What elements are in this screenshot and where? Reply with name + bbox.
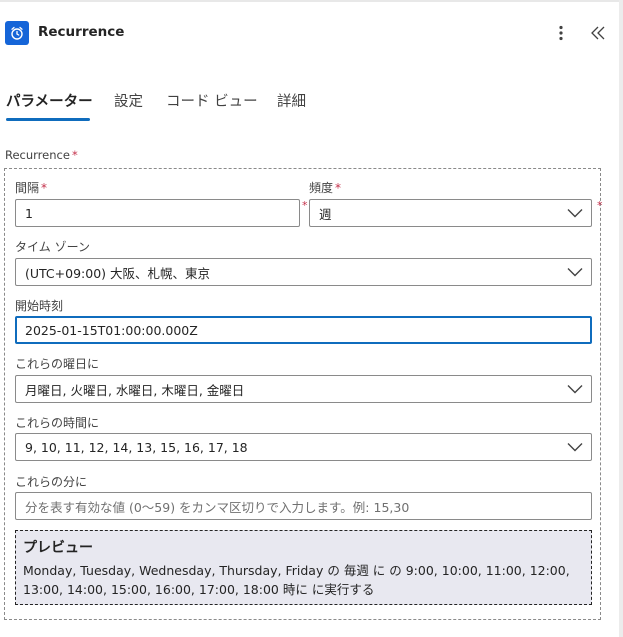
minutes-label: これらの分に [15, 475, 88, 489]
more-options-icon[interactable] [551, 23, 571, 43]
interval-label-text: 間隔 [15, 181, 40, 195]
frequency-label: 頻度 * [309, 179, 341, 196]
hours-value: 9, 10, 11, 12, 14, 13, 15, 16, 17, 18 [25, 439, 248, 455]
panel-title: Recurrence [38, 24, 125, 40]
required-mark: * [335, 181, 342, 195]
frequency-value: 週 [319, 206, 332, 222]
start-time-value: 2025-01-15T01:00:00.000Z [25, 322, 198, 338]
tab-parameters[interactable]: パラメーター [6, 90, 93, 111]
required-mark: * [41, 181, 48, 195]
panel-header: Recurrence [0, 14, 620, 50]
timezone-value: (UTC+09:00) 大阪、札幌、東京 [25, 265, 211, 281]
hours-label: これらの時間に [15, 416, 100, 430]
minutes-placeholder: 分を表す有効な値 (0〜59) をカンマ区切りで入力します。例: 15,30 [25, 499, 410, 515]
interval-input[interactable]: 1 [15, 199, 300, 227]
required-mark: * [71, 148, 78, 162]
hours-dropdown[interactable]: 9, 10, 11, 12, 14, 13, 15, 16, 17, 18 [15, 433, 592, 461]
top-border [0, 0, 623, 2]
tab-code-view[interactable]: コード ビュー [166, 90, 258, 111]
timezone-dropdown[interactable]: (UTC+09:00) 大阪、札幌、東京 [15, 258, 592, 286]
chevron-down-icon [567, 268, 583, 277]
recurrence-section-label: Recurrence * [5, 148, 78, 162]
start-time-label: 開始時刻 [15, 299, 64, 313]
preview-box: プレビュー Monday, Tuesday, Wednesday, Thursd… [15, 530, 592, 605]
weekdays-dropdown[interactable]: 月曜日, 火曜日, 水曜日, 木曜日, 金曜日 [15, 375, 592, 403]
timezone-label: タイム ゾーン [15, 240, 90, 254]
interval-value: 1 [25, 205, 33, 221]
frequency-required-mark: * [597, 199, 603, 212]
preview-text: Monday, Tuesday, Wednesday, Thursday, Fr… [23, 563, 570, 597]
start-time-input[interactable]: 2025-01-15T01:00:00.000Z [15, 316, 592, 344]
preview-title: プレビュー [23, 540, 93, 556]
collapse-panel-icon[interactable] [587, 23, 609, 43]
recurrence-label-text: Recurrence [5, 148, 70, 162]
chevron-down-icon [567, 385, 583, 394]
tab-settings[interactable]: 設定 [114, 90, 143, 111]
active-tab-indicator [6, 118, 90, 121]
frequency-dropdown[interactable]: 週 [309, 199, 592, 227]
chevron-down-icon [567, 443, 583, 452]
interval-required-mark: * [302, 199, 308, 212]
weekdays-value: 月曜日, 火曜日, 水曜日, 木曜日, 金曜日 [25, 382, 245, 398]
alarm-clock-icon [5, 21, 29, 45]
tab-details[interactable]: 詳細 [277, 90, 306, 111]
frequency-label-text: 頻度 [309, 181, 334, 195]
minutes-input[interactable]: 分を表す有効な値 (0〜59) をカンマ区切りで入力します。例: 15,30 [15, 492, 592, 520]
interval-label: 間隔 * [15, 179, 47, 196]
weekdays-label: これらの曜日に [15, 357, 100, 371]
panel-right-border [619, 0, 623, 637]
chevron-down-icon [567, 209, 583, 218]
